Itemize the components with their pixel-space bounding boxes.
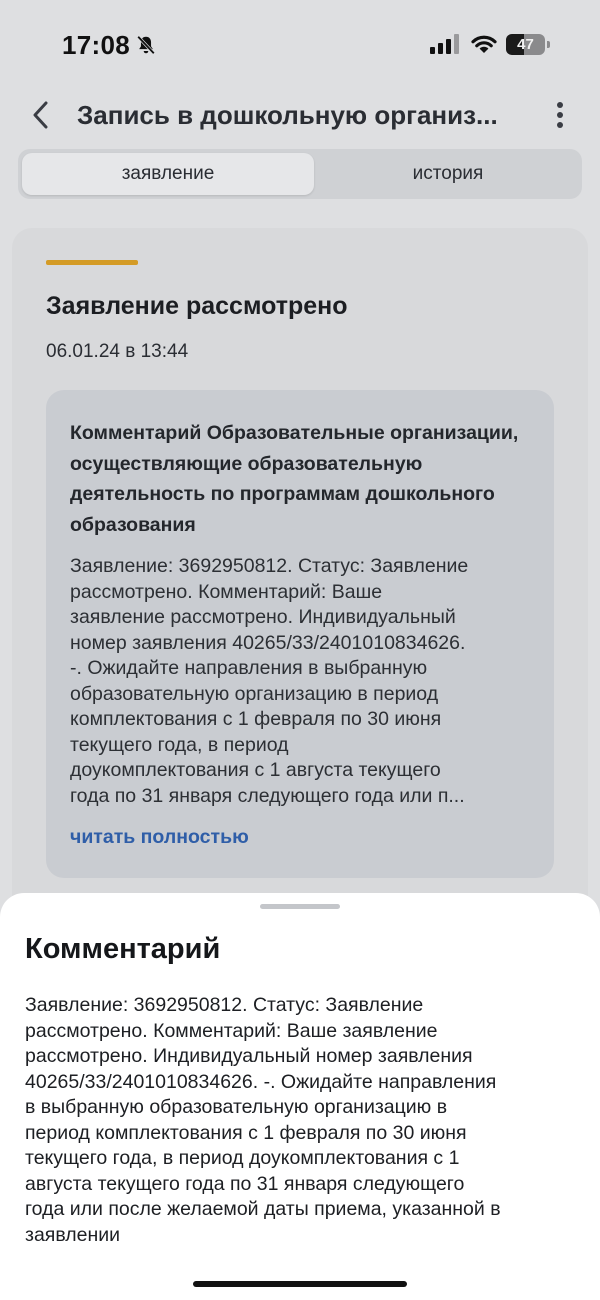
comment-text: Заявление: 3692950812. Статус: Заявление… xyxy=(70,555,469,807)
comment-box: Комментарий Образовательные организации,… xyxy=(46,390,554,878)
status-date: 06.01.24 в 13:44 xyxy=(46,341,189,362)
wifi-icon xyxy=(471,35,497,53)
status-card: Заявление рассмотрено 06.01.24 в 13:44 К… xyxy=(12,228,588,948)
segmented-tabs: заявление история xyxy=(18,149,582,199)
battery-cap xyxy=(547,41,550,48)
sheet-grabber[interactable] xyxy=(260,904,340,909)
status-title: Заявление рассмотрено xyxy=(46,292,348,320)
comment-heading: Комментарий Образовательные организации,… xyxy=(70,422,519,536)
tab-history[interactable]: история xyxy=(318,153,578,195)
battery-level: 47 xyxy=(517,36,534,53)
more-vertical-icon[interactable] xyxy=(548,100,572,130)
chevron-left-icon[interactable] xyxy=(28,98,54,132)
tab-application[interactable]: заявление xyxy=(22,153,314,195)
bell-off-icon xyxy=(137,35,155,55)
comment-bottom-sheet: Комментарий Заявление: 3692950812. Стату… xyxy=(0,893,600,1300)
sheet-title: Комментарий xyxy=(25,933,221,965)
sheet-body-text: Заявление: 3692950812. Статус: Заявление… xyxy=(25,994,501,1246)
cellular-signal-icon xyxy=(430,34,459,54)
home-indicator[interactable] xyxy=(193,1281,407,1287)
status-time: 17:08 xyxy=(62,30,130,60)
status-accent-bar xyxy=(46,260,138,265)
battery-icon: 47 xyxy=(506,34,550,55)
status-bar: 17:08 47 xyxy=(0,0,600,90)
battery-body: 47 xyxy=(506,34,545,55)
page-title: Запись в дошкольную организ... xyxy=(77,100,498,130)
read-more-link[interactable]: читать полностью xyxy=(70,826,249,849)
